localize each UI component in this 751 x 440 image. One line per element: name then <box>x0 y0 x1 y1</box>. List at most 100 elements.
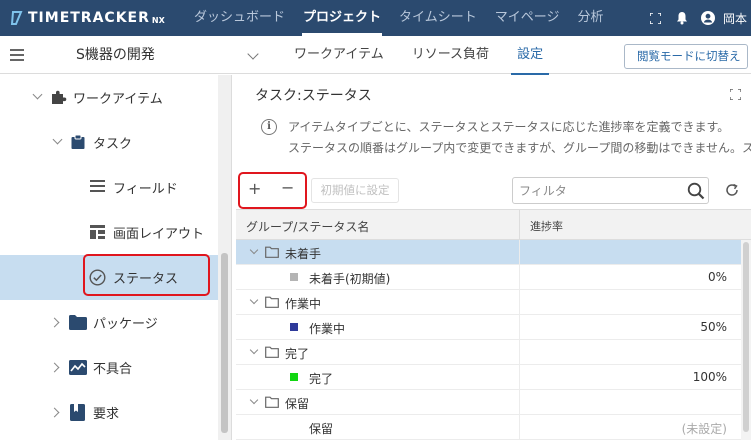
fullscreen-icon[interactable] <box>643 0 669 36</box>
status-row[interactable]: 完了 100% <box>236 365 741 390</box>
chevron-right-icon[interactable] <box>49 362 60 373</box>
highlight-add-remove <box>238 172 307 209</box>
nav-right: 岡本 <box>643 0 751 36</box>
description-line: ステータスの順番はグループ内で変更できますが、グループ間の移動はできません。ス <box>288 141 751 155</box>
chevron-right-icon[interactable] <box>49 407 60 418</box>
tree-label: タスク <box>93 137 133 152</box>
tab-settings[interactable]: 設定 <box>503 36 557 75</box>
book-icon <box>70 404 85 421</box>
tree-label: パッケージ <box>93 317 158 332</box>
tree-item-workitems[interactable]: ワークアイテム <box>0 75 218 120</box>
tree-item-screen-layout[interactable]: 画面レイアウト <box>0 210 218 255</box>
scrollbar-thumb[interactable] <box>221 253 228 433</box>
group-name: 保留 <box>285 397 310 411</box>
refresh-icon[interactable] <box>725 183 739 197</box>
tree-label: ワークアイテム <box>73 92 163 107</box>
progress-rate: 100% <box>692 370 727 384</box>
status-panel: タスク:ステータス i アイテムタイプごとに、ステータスとステータスに応じた進捗… <box>233 75 751 440</box>
status-row[interactable]: 作業中 50% <box>236 315 741 340</box>
folder-outline-icon <box>265 246 279 258</box>
sidebar-scrollbar[interactable] <box>218 75 231 440</box>
tree-item-task[interactable]: タスク <box>0 120 218 165</box>
folder-outline-icon <box>265 296 279 308</box>
top-nav: TIMETRACKER NX ダッシュボード プロジェクト タイムシート マイペ… <box>0 0 751 36</box>
column-header-rate[interactable]: 進捗率 <box>530 218 563 234</box>
status-color-swatch <box>290 273 298 281</box>
bell-icon[interactable] <box>669 0 695 36</box>
filter-box[interactable] <box>512 177 709 204</box>
clipboard-icon <box>71 134 85 149</box>
status-row[interactable]: 保留 (未設定) <box>236 415 741 440</box>
project-title: S機器の開発 <box>76 47 155 63</box>
chevron-down-icon[interactable] <box>32 89 43 100</box>
defect-chart-icon <box>69 360 87 375</box>
status-toolbar: + − 初期値に設定 <box>233 175 751 205</box>
status-row[interactable]: 未着手(初期値) 0% <box>236 265 741 290</box>
tree-label: フィールド <box>113 182 178 197</box>
nav-project[interactable]: プロジェクト <box>294 0 390 36</box>
nav-mypage[interactable]: マイページ <box>486 0 569 36</box>
group-name: 未着手 <box>285 247 322 261</box>
group-name: 完了 <box>285 347 310 361</box>
group-row[interactable]: 未着手 <box>236 240 741 265</box>
highlight-status-item <box>83 254 210 296</box>
tab-workitems[interactable]: ワークアイテム <box>280 36 398 74</box>
status-name: 保留 <box>309 422 334 436</box>
tree-item-requirement[interactable]: 要求 <box>0 390 218 435</box>
group-name: 作業中 <box>285 297 322 311</box>
status-color-swatch <box>290 323 298 331</box>
chevron-down-icon[interactable] <box>52 134 63 145</box>
status-grid: グループ/ステータス名 進捗率 未着手 未着手(初期値) 0% 作業中 作業中 <box>236 209 751 440</box>
panel-title: タスク:ステータス <box>255 88 372 104</box>
progress-rate: (未設定) <box>681 422 727 436</box>
user-name[interactable]: 岡本 <box>723 10 747 27</box>
nav-timesheet[interactable]: タイムシート <box>390 0 486 36</box>
nav-dashboard[interactable]: ダッシュボード <box>185 0 294 36</box>
tab-resource-load[interactable]: リソース負荷 <box>398 36 503 74</box>
app-logo[interactable]: TIMETRACKER NX <box>0 10 185 26</box>
progress-rate: 0% <box>707 270 727 284</box>
column-header-name[interactable]: グループ/ステータス名 <box>246 218 369 235</box>
status-name: 作業中 <box>309 322 346 336</box>
tree-label: 不具合 <box>93 362 133 377</box>
chevron-down-icon[interactable] <box>249 245 259 255</box>
progress-rate: 50% <box>700 320 727 334</box>
tree-item-package[interactable]: パッケージ <box>0 300 218 345</box>
chevron-down-icon[interactable] <box>247 48 259 60</box>
puzzle-icon <box>52 90 67 104</box>
grid-header: グループ/ステータス名 進捗率 <box>236 209 751 241</box>
chevron-down-icon[interactable] <box>249 295 259 305</box>
logo-suffix: NX <box>151 16 165 25</box>
group-row[interactable]: 作業中 <box>236 290 741 315</box>
nav-analysis[interactable]: 分析 <box>569 0 613 36</box>
user-avatar-icon[interactable] <box>695 0 721 36</box>
expand-icon[interactable] <box>730 89 741 100</box>
set-default-button[interactable]: 初期値に設定 <box>311 178 399 203</box>
tree-label: 画面レイアウト <box>113 227 205 242</box>
folder-icon <box>69 315 87 330</box>
search-icon[interactable] <box>687 182 705 200</box>
folder-outline-icon <box>265 346 279 358</box>
status-name: 完了 <box>309 372 334 386</box>
scrollbar-thumb[interactable] <box>743 242 749 432</box>
group-row[interactable]: 完了 <box>236 340 741 365</box>
status-color-swatch <box>290 373 298 381</box>
chevron-down-icon[interactable] <box>249 345 259 355</box>
folder-outline-icon <box>265 396 279 408</box>
tree-item-defect[interactable]: 不具合 <box>0 345 218 390</box>
status-name: 未着手(初期値) <box>309 272 391 286</box>
chevron-down-icon[interactable] <box>249 395 259 405</box>
layout-icon <box>90 225 105 239</box>
tree-item-fields[interactable]: フィールド <box>0 165 218 210</box>
grid-scrollbar[interactable] <box>741 240 751 440</box>
menu-icon[interactable] <box>10 49 24 61</box>
tree-label: 要求 <box>93 407 120 422</box>
logo-text: TIMETRACKER <box>28 10 150 26</box>
filter-input[interactable] <box>519 182 679 200</box>
project-tabs: ワークアイテム リソース負荷 設定 <box>280 36 557 75</box>
group-row[interactable]: 保留 <box>236 390 741 415</box>
view-mode-button[interactable]: 閲覧モードに切替え <box>624 44 748 69</box>
chevron-right-icon[interactable] <box>49 317 60 328</box>
main-nav: ダッシュボード プロジェクト タイムシート マイページ 分析 <box>185 0 613 36</box>
info-icon: i <box>261 119 277 135</box>
